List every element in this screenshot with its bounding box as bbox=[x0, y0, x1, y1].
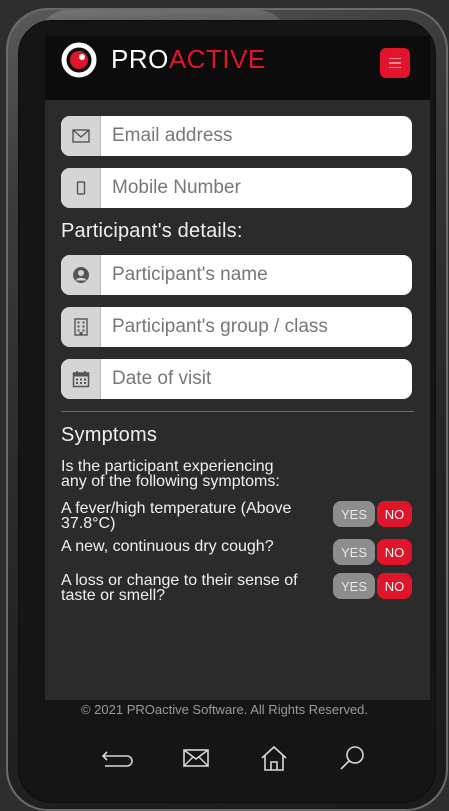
participant-group-input[interactable] bbox=[101, 307, 412, 347]
no-button[interactable]: NO bbox=[377, 573, 412, 599]
yes-button[interactable]: YES bbox=[333, 501, 375, 527]
visit-date-input[interactable] bbox=[101, 359, 412, 399]
symptoms-intro: Is the participant experiencing any of t… bbox=[61, 458, 280, 490]
mobile-field bbox=[61, 168, 412, 208]
mail-icon[interactable] bbox=[178, 740, 214, 776]
mobile-icon bbox=[61, 168, 101, 208]
symptoms-title: Symptoms bbox=[61, 424, 158, 446]
device-navbar bbox=[100, 740, 370, 776]
symptom-label: A fever/high temperature (Above 37.8°C) bbox=[61, 500, 292, 532]
symptom-row-cough: A new, continuous dry cough? YES NO bbox=[61, 539, 412, 565]
yes-button[interactable]: YES bbox=[333, 573, 375, 599]
search-icon[interactable] bbox=[334, 740, 370, 776]
email-field bbox=[61, 116, 412, 156]
section-divider bbox=[61, 411, 414, 412]
participant-details-title: Participant's details: bbox=[61, 220, 243, 242]
yes-no-toggle: YES NO bbox=[333, 573, 412, 599]
yes-no-toggle: YES NO bbox=[333, 539, 412, 565]
home-icon[interactable] bbox=[256, 740, 292, 776]
participant-name-input[interactable] bbox=[101, 255, 412, 295]
logo-text: PROACTIVE bbox=[111, 44, 266, 75]
app-header: PROACTIVE bbox=[45, 36, 430, 100]
logo-active: ACTIVE bbox=[168, 44, 266, 74]
symptom-label: A new, continuous dry cough? bbox=[61, 538, 274, 555]
participant-name-field bbox=[61, 255, 412, 295]
user-circle-icon bbox=[61, 255, 101, 295]
symptom-row-taste: A loss or change to their sense of taste… bbox=[61, 572, 412, 604]
symptom-row-fever: A fever/high temperature (Above 37.8°C) … bbox=[61, 500, 412, 532]
participant-group-field bbox=[61, 307, 412, 347]
yes-no-toggle: YES NO bbox=[333, 501, 412, 527]
calendar-icon bbox=[61, 359, 101, 399]
registration-form: Participant's details: Symptoms Is the p… bbox=[45, 100, 430, 604]
menu-button[interactable] bbox=[380, 48, 410, 78]
envelope-icon bbox=[61, 116, 101, 156]
back-icon[interactable] bbox=[100, 740, 136, 776]
mobile-input[interactable] bbox=[101, 168, 412, 208]
email-input[interactable] bbox=[101, 116, 412, 156]
visit-date-field bbox=[61, 359, 412, 399]
no-button[interactable]: NO bbox=[377, 539, 412, 565]
copyright-footer: © 2021 PROactive Software. All Rights Re… bbox=[80, 702, 369, 717]
symptom-label: A loss or change to their sense of taste… bbox=[61, 572, 298, 604]
no-button[interactable]: NO bbox=[377, 501, 412, 527]
building-icon bbox=[61, 307, 101, 347]
logo-icon bbox=[61, 42, 97, 78]
app-screen: PROACTIVE Participant's details: bbox=[45, 36, 430, 700]
yes-button[interactable]: YES bbox=[333, 539, 375, 565]
logo-pro: PRO bbox=[111, 44, 169, 74]
hamburger-icon bbox=[389, 57, 401, 60]
